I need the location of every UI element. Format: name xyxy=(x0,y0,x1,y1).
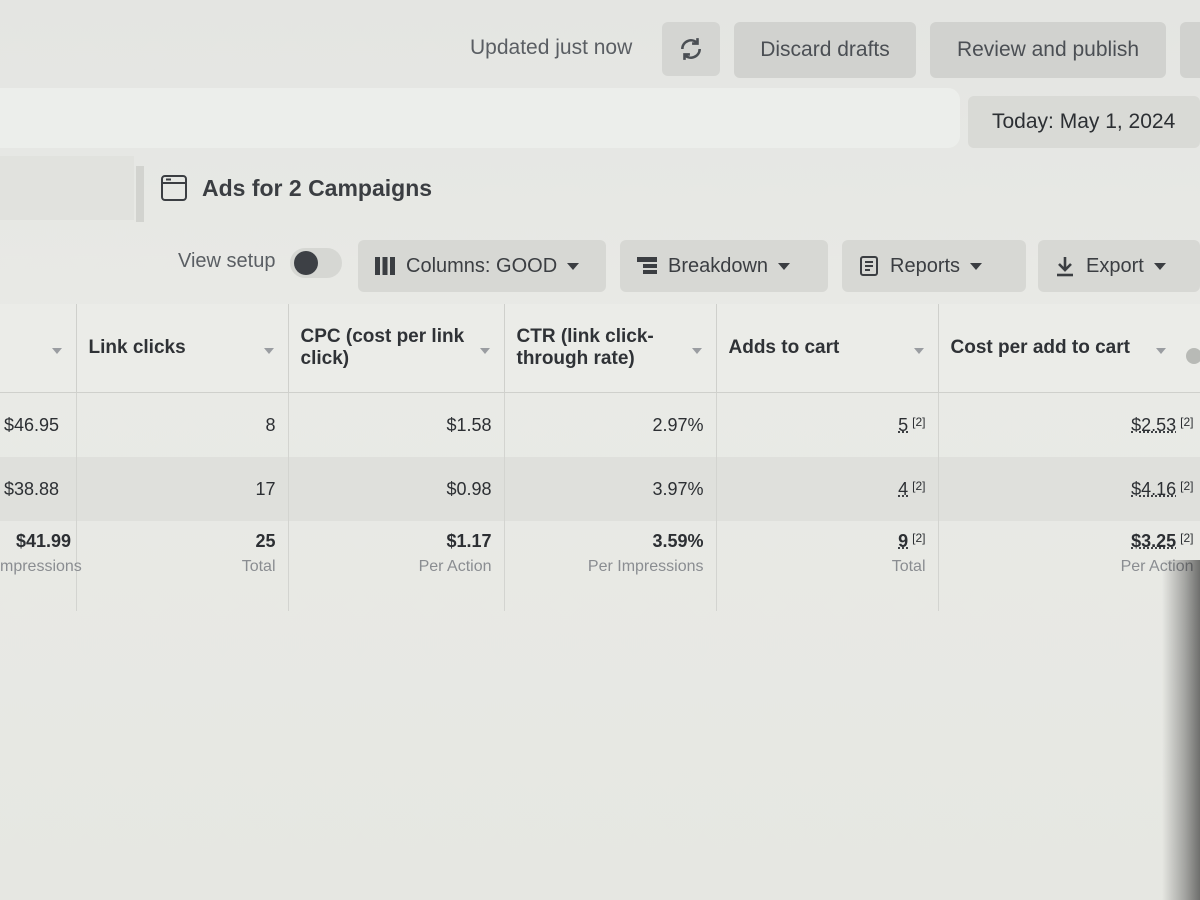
table-row: $38.88 17 $0.98 3.97% 4 [2] $4.16 [2] xyxy=(0,457,1200,521)
total-link-clicks: 25 Total xyxy=(76,521,289,611)
cell-ctr: 3.97% xyxy=(504,457,717,521)
cell-cpc: $1.58 xyxy=(288,392,505,457)
cell-link-clicks: 8 xyxy=(76,392,289,457)
ads-table: Link clicks CPC (cost per link click) CT… xyxy=(0,304,1200,624)
cell-adds-to-cart[interactable]: 4 [2] xyxy=(716,457,939,521)
adds-value[interactable]: 4 xyxy=(898,479,908,499)
columns-button[interactable]: Columns: GOOD xyxy=(358,240,606,292)
left-panel xyxy=(0,156,134,220)
reports-button[interactable]: Reports xyxy=(842,240,1026,292)
cell-cpc: $0.98 xyxy=(288,457,505,521)
refresh-icon xyxy=(681,38,701,60)
cost-value[interactable]: $4.16 xyxy=(1131,479,1176,499)
more-button[interactable] xyxy=(1180,22,1200,78)
page-title: Ads for 2 Campaigns xyxy=(202,174,433,201)
footnote: [2] xyxy=(1180,414,1194,429)
export-label: Export xyxy=(1086,254,1144,277)
sort-icon[interactable] xyxy=(51,348,62,354)
cell-ctr: 2.97% xyxy=(504,392,717,457)
breakdown-icon xyxy=(637,257,657,274)
footnote: [2] xyxy=(912,414,926,429)
breakdown-label: Breakdown xyxy=(668,254,769,277)
export-button[interactable]: Export xyxy=(1038,240,1200,292)
footnote: [2] xyxy=(912,478,926,493)
campaign-header: Ads for 2 Campaigns xyxy=(160,174,432,202)
cell-cost-per-add[interactable]: $2.53 [2] xyxy=(938,392,1200,457)
toolbar: View setup Columns: GOOD Breakdown Repor… xyxy=(0,240,1200,300)
view-setup-label: View setup xyxy=(178,250,276,272)
sort-icon[interactable] xyxy=(1155,348,1166,354)
sort-icon[interactable] xyxy=(913,348,924,354)
column-header-amount[interactable] xyxy=(0,304,77,393)
column-header-link-clicks[interactable]: Link clicks xyxy=(76,304,289,393)
footnote: [2] xyxy=(1180,478,1194,493)
add-column-icon[interactable] xyxy=(1185,348,1200,364)
total-adds-to-cart[interactable]: 9 [2] Total xyxy=(716,521,939,611)
adds-value[interactable]: 5 xyxy=(898,415,908,435)
cell-cost-per-add[interactable]: $4.16 [2] xyxy=(938,457,1200,521)
total-cost-per-add[interactable]: $3.25 [2] Per Action xyxy=(938,521,1200,611)
toggle-knob xyxy=(294,251,318,275)
total-cpc: $1.17 Per Action xyxy=(288,521,505,611)
cell-amount: $38.88 xyxy=(0,457,77,521)
column-header-ctr[interactable]: CTR (link click-through rate) xyxy=(504,304,717,393)
column-header-adds-to-cart[interactable]: Adds to cart xyxy=(716,304,939,393)
chevron-down-icon xyxy=(567,262,580,270)
screen-edge-shadow xyxy=(1162,560,1200,900)
reports-label: Reports xyxy=(890,254,961,277)
refresh-button[interactable] xyxy=(662,22,720,76)
panel-divider[interactable] xyxy=(136,166,144,222)
date-range-picker[interactable]: Today: May 1, 2024 xyxy=(968,96,1200,148)
columns-label: Columns: GOOD xyxy=(406,254,558,277)
top-bar: Updated just now Discard drafts Review a… xyxy=(0,0,1200,90)
chevron-down-icon xyxy=(778,262,791,270)
total-amount: $41.99 mpressions xyxy=(0,521,82,611)
total-ctr: 3.59% Per Impressions xyxy=(504,521,717,611)
cell-adds-to-cart[interactable]: 5 [2] xyxy=(716,392,939,457)
download-icon xyxy=(1057,257,1073,277)
sort-icon[interactable] xyxy=(479,348,490,354)
cell-link-clicks: 17 xyxy=(76,457,289,521)
review-publish-button[interactable]: Review and publish xyxy=(930,22,1166,78)
breakdown-button[interactable]: Breakdown xyxy=(620,240,828,292)
column-header-cost-per-add[interactable]: Cost per add to cart xyxy=(938,304,1200,393)
cost-value[interactable]: $2.53 xyxy=(1131,415,1176,435)
cell-amount: $46.95 xyxy=(0,392,77,457)
chevron-down-icon xyxy=(970,262,983,270)
summary-row: $41.99 mpressions 25 Total $1.17 Per Action… xyxy=(0,521,1200,611)
columns-icon xyxy=(375,257,395,275)
view-setup-toggle[interactable] xyxy=(290,248,342,278)
sort-icon[interactable] xyxy=(691,348,702,354)
discard-drafts-button[interactable]: Discard drafts xyxy=(734,22,916,78)
table-header-row: Link clicks CPC (cost per link click) CT… xyxy=(0,304,1200,393)
reports-icon xyxy=(860,256,878,276)
sort-icon[interactable] xyxy=(263,348,274,354)
ad-set-icon xyxy=(161,175,187,201)
column-header-cpc[interactable]: CPC (cost per link click) xyxy=(288,304,505,393)
chevron-down-icon xyxy=(1153,262,1166,270)
search-bar[interactable] xyxy=(0,88,960,148)
table-row: $46.95 8 $1.58 2.97% 5 [2] $2.53 [2] xyxy=(0,392,1200,457)
updated-status: Updated just now xyxy=(470,36,633,59)
